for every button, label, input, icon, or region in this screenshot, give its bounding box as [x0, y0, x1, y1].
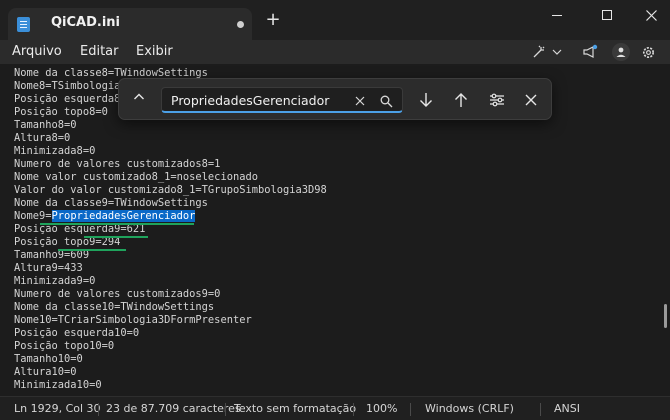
spell-underline	[84, 236, 148, 238]
close-icon	[645, 9, 657, 21]
divider	[98, 403, 99, 416]
find-options-icon	[490, 93, 504, 107]
clear-icon[interactable]	[355, 91, 365, 110]
new-tab-button[interactable]: +	[263, 10, 283, 30]
editor-line: Altura8=0	[14, 132, 71, 144]
chevron-down-icon[interactable]	[552, 40, 562, 66]
divider	[353, 403, 354, 416]
menu-bar: Arquivo Editar Exibir	[0, 40, 670, 64]
find-query: PropriedadesGerenciador	[171, 93, 330, 108]
editor-line: Nome9=PropriedadesGerenciador	[14, 210, 327, 223]
vertical-scrollbar[interactable]	[664, 304, 667, 328]
editor-line: Minimizada9=0	[14, 275, 96, 287]
find-input[interactable]: PropriedadesGerenciador	[161, 87, 403, 113]
editor-line: Minimizada10=0	[14, 379, 102, 391]
text-format: Texto sem formatação	[234, 402, 357, 415]
spell-underline	[40, 223, 194, 225]
notepad-icon	[17, 17, 30, 32]
encoding[interactable]: ANSI	[554, 402, 580, 415]
editor-line: Altura9=433	[14, 262, 83, 274]
editor-line: Numero de valores customizados8=1	[14, 158, 221, 170]
minimize-icon	[552, 14, 562, 16]
document-tab[interactable]: QiCAD.ini	[8, 8, 252, 40]
editor-line: Numero de valores customizados9=0	[14, 288, 221, 300]
close-icon	[525, 94, 537, 106]
editor-line: Posição esquerda10=0	[14, 327, 140, 339]
maximize-icon	[602, 10, 612, 20]
divider	[225, 403, 226, 416]
maximize-button[interactable]	[584, 0, 630, 30]
title-bar: QiCAD.ini +	[0, 0, 670, 40]
zoom-level[interactable]: 100%	[366, 402, 397, 415]
line-ending[interactable]: Windows (CRLF)	[425, 402, 514, 415]
find-options-button[interactable]	[485, 89, 509, 111]
editor-line: Nome10=TCriarSimbologia3DFormPresenter	[14, 314, 252, 326]
editor-line: Minimizada8=0	[14, 145, 96, 157]
search-icon[interactable]	[380, 93, 394, 108]
editor-line: Valor do valor customizado8_1=TGrupoSimb…	[14, 184, 327, 196]
cursor-position[interactable]: Ln 1929, Col 30	[14, 402, 101, 415]
status-bar: Ln 1929, Col 30 23 de 87.709 caracteres …	[0, 396, 670, 420]
expand-replace-button[interactable]	[129, 89, 149, 109]
menu-arquivo[interactable]: Arquivo	[12, 44, 62, 59]
editor-line: Nome da classe10=TWindowSettings	[14, 301, 215, 313]
account-icon[interactable]	[612, 43, 630, 61]
editor-line: Tamanho10=0	[14, 353, 83, 365]
chevron-up-icon	[134, 93, 144, 100]
selected-match: PropriedadesGerenciador	[51, 210, 196, 222]
editor-line: Nome da classe9=TWindowSettings	[14, 197, 208, 209]
editor-line: Tamanho8=0	[14, 119, 77, 131]
editor-line: Posição topo9=294	[14, 236, 121, 248]
arrow-down-icon	[420, 93, 432, 107]
find-next-button[interactable]	[414, 89, 438, 111]
tab-title: QiCAD.ini	[51, 15, 121, 30]
editor-line: Nome valor customizado8_1=noselecionado	[14, 171, 258, 183]
editor-line: Altura10=0	[14, 366, 77, 378]
minimize-button[interactable]	[534, 0, 580, 30]
menu-exibir[interactable]: Exibir	[136, 44, 173, 59]
arrow-up-icon	[455, 93, 467, 107]
close-find-button[interactable]	[519, 89, 543, 111]
editor-line: Posição topo10=0	[14, 340, 115, 352]
menu-editar[interactable]: Editar	[80, 44, 119, 59]
spell-underline	[58, 249, 126, 251]
find-previous-button[interactable]	[449, 89, 473, 111]
char-count: 23 de 87.709 caracteres	[106, 402, 241, 415]
divider	[540, 403, 541, 416]
close-button[interactable]	[628, 0, 670, 30]
line-text: Nome9=	[14, 210, 52, 222]
modified-dot-icon[interactable]	[237, 21, 244, 28]
find-panel: PropriedadesGerenciador	[118, 78, 552, 120]
divider	[410, 403, 411, 416]
